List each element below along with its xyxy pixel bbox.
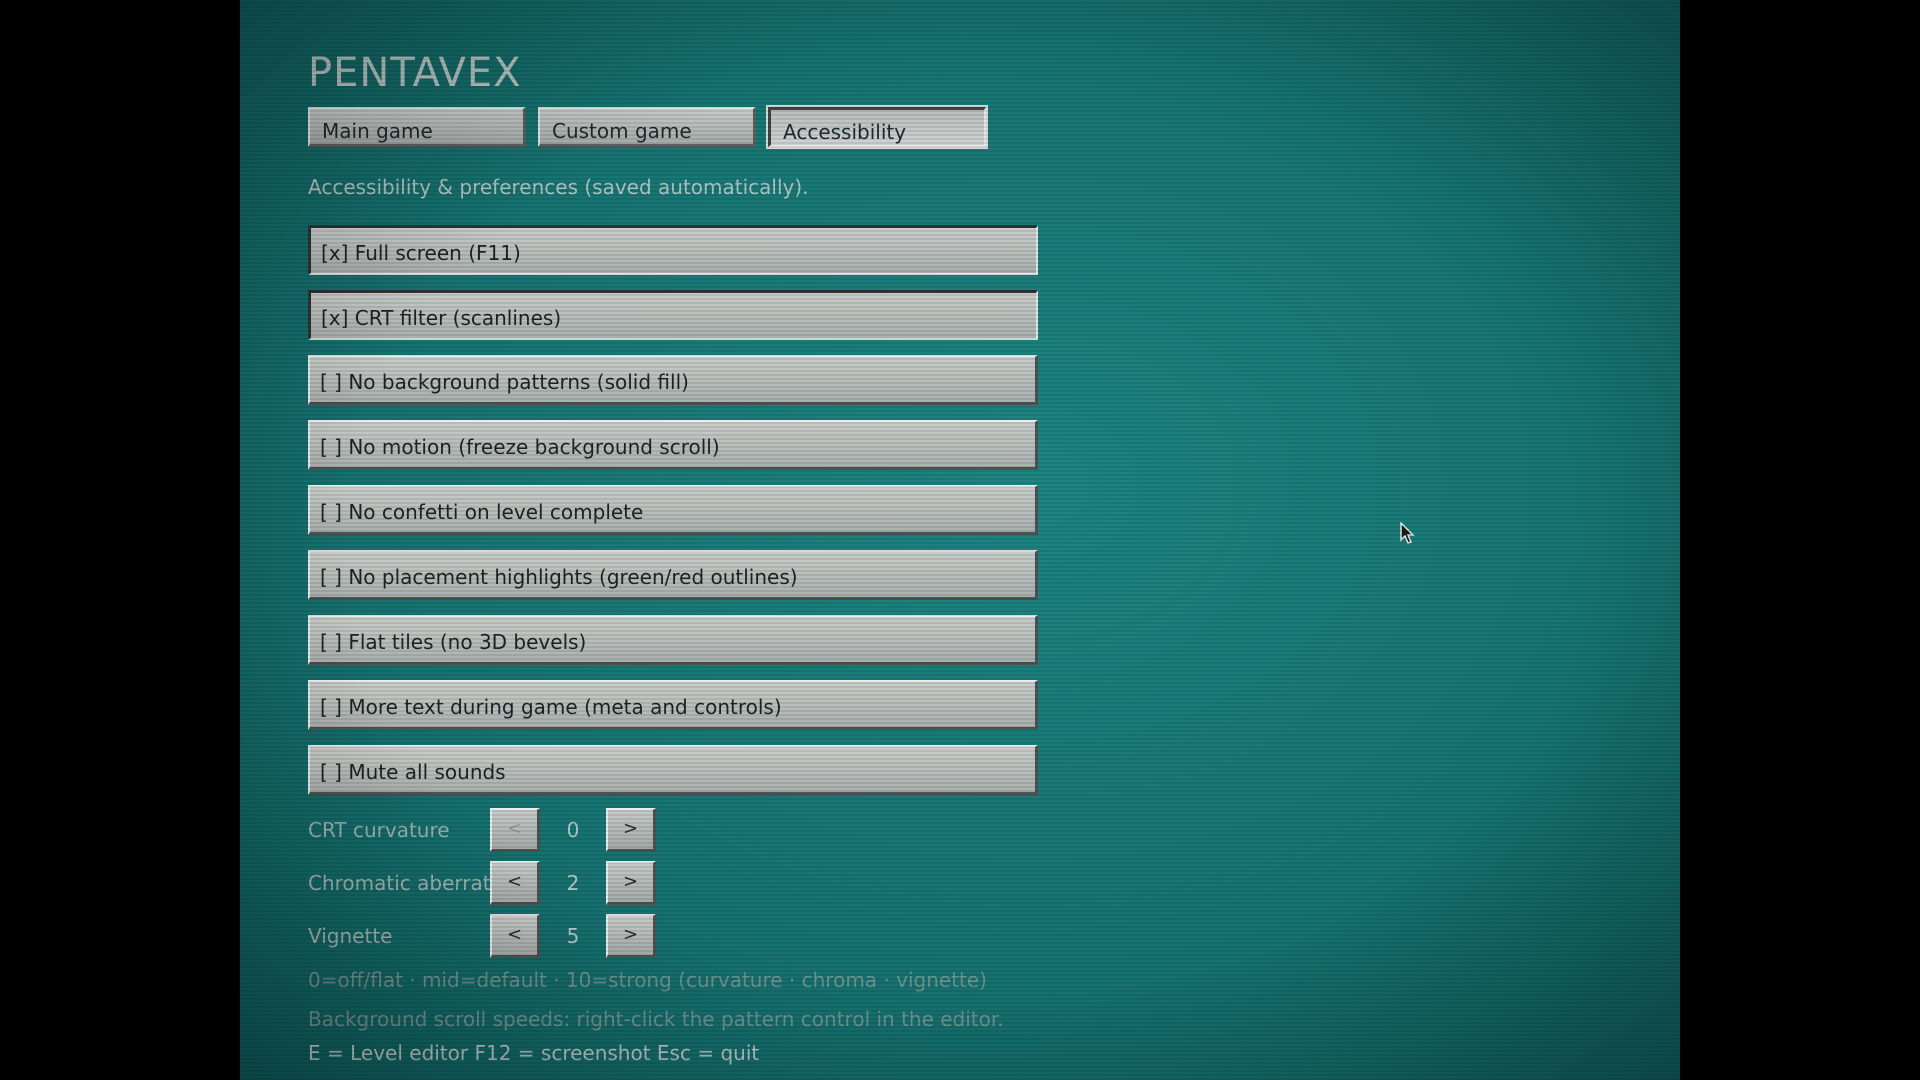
tab-custom-game[interactable]: Custom game: [538, 107, 756, 147]
decrease-button[interactable]: <: [490, 808, 540, 852]
option-crt-filter[interactable]: [x] CRT filter (scanlines): [308, 290, 1038, 340]
scale-hint: 0=off/flat · mid=default · 10=strong (cu…: [308, 968, 987, 992]
option-flat-tiles[interactable]: [ ] Flat tiles (no 3D bevels): [308, 615, 1038, 665]
slider-chromatic-aberration: Chromatic aberration < 2 >: [308, 861, 908, 905]
game-screen: PENTAVEX Main game Custom game Accessibi…: [240, 0, 1680, 1080]
increase-button[interactable]: >: [606, 808, 656, 852]
option-full-screen[interactable]: [x] Full screen (F11): [308, 225, 1038, 275]
option-no-background-patterns[interactable]: [ ] No background patterns (solid fill): [308, 355, 1038, 405]
slider-label: Chromatic aberration: [308, 871, 490, 895]
tab-accessibility[interactable]: Accessibility: [768, 107, 986, 147]
decrease-button[interactable]: <: [490, 914, 540, 958]
slider-crt-curvature: CRT curvature < 0 >: [308, 808, 908, 852]
slider-value: 5: [566, 924, 580, 948]
option-no-confetti[interactable]: [ ] No confetti on level complete: [308, 485, 1038, 535]
increase-button[interactable]: >: [606, 861, 656, 905]
increase-button[interactable]: >: [606, 914, 656, 958]
decrease-button[interactable]: <: [490, 861, 540, 905]
slider-vignette: Vignette < 5 >: [308, 914, 908, 958]
tab-bar: Main game Custom game Accessibility: [308, 107, 986, 147]
slider-label: CRT curvature: [308, 818, 450, 842]
scroll-hint: Background scroll speeds: right-click th…: [308, 1007, 1004, 1031]
slider-value: 2: [566, 871, 580, 895]
option-mute-sounds[interactable]: [ ] Mute all sounds: [308, 745, 1038, 795]
keys-hint: E = Level editor F12 = screenshot Esc = …: [308, 1041, 760, 1065]
mouse-cursor-icon: [1400, 522, 1415, 544]
options-list: [x] Full screen (F11) [x] CRT filter (sc…: [308, 225, 1038, 810]
tab-main-game[interactable]: Main game: [308, 107, 526, 147]
game-title: PENTAVEX: [308, 50, 522, 96]
page-subtitle: Accessibility & preferences (saved autom…: [308, 175, 809, 199]
option-no-placement-highlights[interactable]: [ ] No placement highlights (green/red o…: [308, 550, 1038, 600]
option-more-text[interactable]: [ ] More text during game (meta and cont…: [308, 680, 1038, 730]
option-no-motion[interactable]: [ ] No motion (freeze background scroll): [308, 420, 1038, 470]
slider-label: Vignette: [308, 924, 393, 948]
slider-value: 0: [566, 818, 580, 842]
